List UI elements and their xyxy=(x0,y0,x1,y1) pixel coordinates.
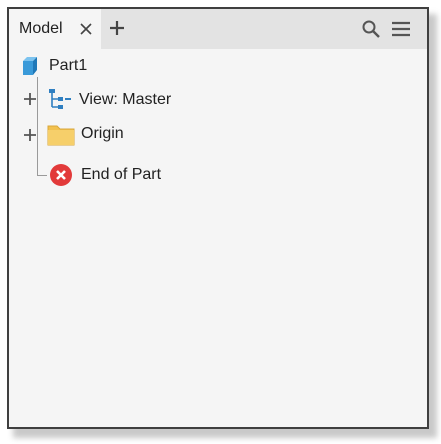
tree-connector xyxy=(37,175,47,176)
tab-model[interactable]: Model xyxy=(9,9,101,49)
folder-icon xyxy=(47,121,75,147)
tree-node-label[interactable]: View: Master xyxy=(79,91,171,109)
expand-icon[interactable] xyxy=(22,91,38,107)
model-tree: Part1 View: Master Origin End of Part xyxy=(9,49,427,427)
hamburger-menu-icon[interactable] xyxy=(390,19,412,39)
tree-node-label[interactable]: End of Part xyxy=(81,166,161,184)
view-rep-icon xyxy=(47,87,73,111)
part-cube-icon xyxy=(19,55,41,77)
tab-model-label: Model xyxy=(19,20,63,37)
tab-bar: Model xyxy=(9,9,427,49)
search-icon[interactable] xyxy=(361,19,381,39)
plus-icon[interactable] xyxy=(107,18,127,38)
tree-root-label[interactable]: Part1 xyxy=(49,57,87,75)
end-of-part-icon xyxy=(49,163,73,187)
expand-icon[interactable] xyxy=(22,127,38,143)
close-icon[interactable] xyxy=(77,19,95,39)
tree-node-label[interactable]: Origin xyxy=(81,125,124,143)
model-browser-panel: Model Part1 View: Master Origin End of P… xyxy=(7,7,429,429)
